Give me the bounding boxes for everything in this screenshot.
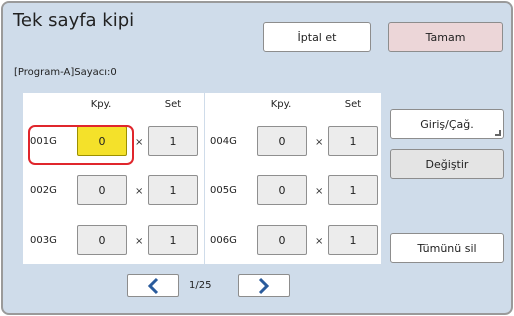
selection-highlight — [28, 125, 134, 165]
copies-field-005g[interactable]: 0 — [257, 175, 307, 205]
sets-field-005g[interactable]: 1 — [328, 175, 378, 205]
copies-field-004g[interactable]: 0 — [257, 126, 307, 156]
sets-field-003g[interactable]: 1 — [148, 225, 198, 255]
clear-all-button[interactable]: Tümünü sil — [390, 233, 504, 263]
times-symbol: × — [315, 137, 324, 148]
row-label-004g: 004G — [210, 136, 237, 147]
header-copies-left: Kpy. — [90, 99, 112, 110]
cancel-button[interactable]: İptal et — [263, 22, 371, 52]
times-symbol: × — [315, 236, 324, 247]
page-title: Tek sayfa kipi — [13, 10, 135, 31]
times-symbol: × — [135, 137, 144, 148]
dialog-frame: Tek sayfa kipi İptal et Tamam [Program-A… — [1, 1, 513, 315]
copies-field-006g[interactable]: 0 — [257, 225, 307, 255]
sets-field-004g[interactable]: 1 — [328, 126, 378, 156]
program-counter: [Program-A]Sayacı:0 — [14, 67, 117, 78]
page-grid: Kpy. Set Kpy. Set 001G 0 × 1 002G 0 × 1 … — [23, 93, 381, 264]
sets-field-002g[interactable]: 1 — [148, 175, 198, 205]
chevron-left-icon — [147, 277, 159, 294]
ok-button[interactable]: Tamam — [388, 22, 503, 52]
row-label-003g: 003G — [30, 235, 57, 246]
entry-call-label: Giriş/Çağ. — [420, 117, 474, 131]
page-indicator: 1/25 — [189, 280, 212, 291]
times-symbol: × — [135, 236, 144, 247]
row-label-006g: 006G — [210, 235, 237, 246]
entry-call-button[interactable]: Giriş/Çağ. — [390, 109, 504, 139]
next-page-button[interactable] — [238, 274, 290, 297]
copies-field-002g[interactable]: 0 — [77, 175, 127, 205]
times-symbol: × — [315, 186, 324, 197]
header-sets-right: Set — [344, 99, 362, 110]
header-sets-left: Set — [164, 99, 182, 110]
sets-field-006g[interactable]: 1 — [328, 225, 378, 255]
header: Tek sayfa kipi İptal et Tamam — [3, 3, 511, 52]
times-symbol: × — [135, 186, 144, 197]
row-label-002g: 002G — [30, 185, 57, 196]
prev-page-button[interactable] — [127, 274, 179, 297]
sets-field-001g[interactable]: 1 — [148, 126, 198, 156]
column-divider — [204, 93, 205, 264]
copies-field-003g[interactable]: 0 — [77, 225, 127, 255]
change-button[interactable]: Değiştir — [390, 149, 504, 179]
corner-indicator-icon — [495, 130, 501, 136]
row-label-005g: 005G — [210, 185, 237, 196]
header-copies-right: Kpy. — [270, 99, 292, 110]
chevron-right-icon — [258, 277, 270, 294]
